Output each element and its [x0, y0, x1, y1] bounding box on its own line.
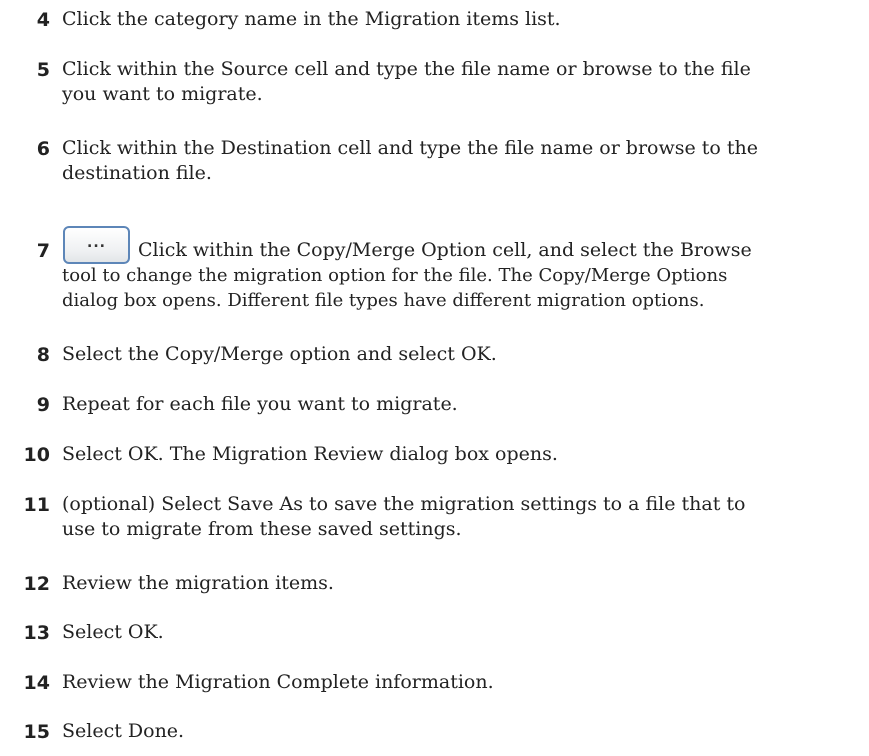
step-number: 9: [36, 394, 50, 416]
step-number: 8: [36, 344, 50, 366]
step-number: 12: [23, 573, 50, 595]
step-text-line-1: Click within the Destination cell and ty…: [62, 137, 759, 159]
step-text: Select the Copy/Merge option and select …: [62, 343, 497, 365]
step-number: 13: [23, 622, 50, 644]
step-number: 5: [36, 59, 50, 81]
step-number: 11: [23, 494, 50, 516]
step-text: Repeat for each file you want to migrate…: [62, 393, 458, 415]
step-text-line-1: Click within the Copy/Merge Option cell,…: [138, 239, 752, 261]
step-text-line-1: Click within the Source cell and type th…: [62, 58, 751, 80]
step-number: 10: [23, 444, 50, 466]
step-number: 14: [23, 672, 50, 694]
step-text: Click the category name in the Migration…: [62, 8, 561, 30]
step-text: Select Done.: [62, 720, 185, 742]
step-text: Select OK. The Migration Review dialog b…: [62, 443, 558, 465]
step-text-line-3: dialog box opens. Different file types h…: [62, 290, 705, 311]
step-text-line-2: use to migrate from these saved settings…: [62, 518, 462, 540]
browse-button-icon: ...: [63, 226, 130, 264]
step-number: 7: [36, 240, 50, 262]
step-text-line-2: destination file.: [62, 162, 212, 184]
step-text-line-1: (optional) Select Save As to save the mi…: [62, 493, 746, 515]
step-number: 4: [36, 9, 50, 31]
step-text: Review the migration items.: [62, 572, 334, 594]
step-text: Select OK.: [62, 621, 164, 643]
step-text: Review the Migration Complete informatio…: [62, 671, 494, 693]
browse-button-label: ...: [87, 235, 106, 251]
step-text-line-2: tool to change the migration option for …: [62, 265, 728, 286]
step-number: 15: [23, 721, 50, 743]
step-number: 6: [36, 138, 50, 160]
document-page: 4 Click the category name in the Migrati…: [0, 0, 869, 756]
step-text-line-2: you want to migrate.: [62, 83, 263, 105]
